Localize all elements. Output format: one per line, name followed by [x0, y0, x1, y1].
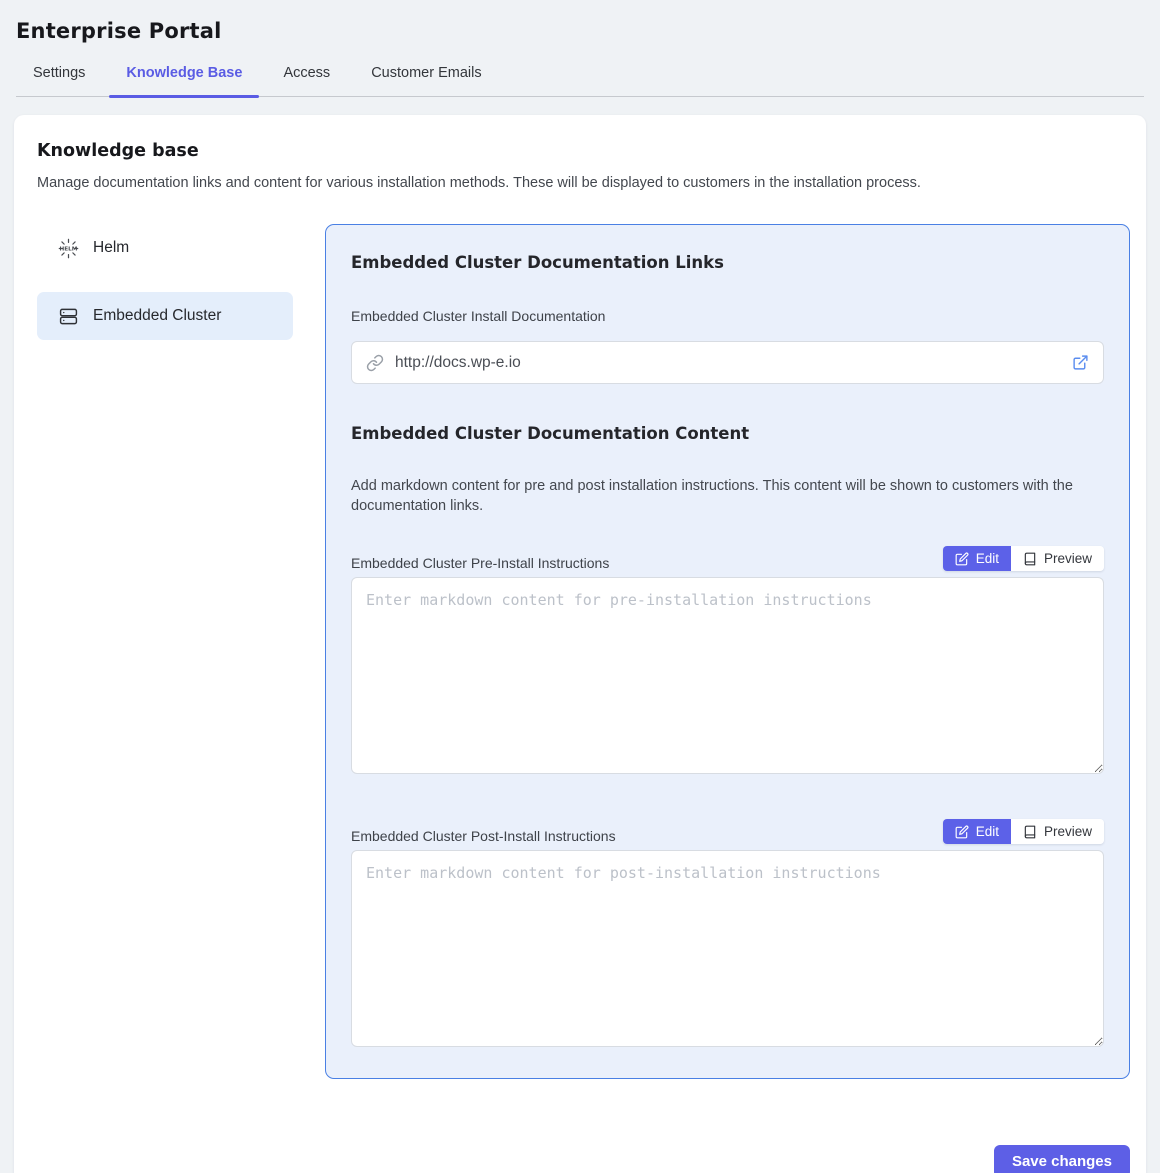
pre-install-block: Embedded Cluster Pre-Install Instruction… — [351, 546, 1104, 779]
preview-book-icon — [1023, 825, 1037, 839]
install-doc-url-input[interactable] — [395, 354, 1061, 372]
preview-button-label: Preview — [1044, 824, 1092, 839]
post-install-textarea[interactable] — [351, 850, 1104, 1047]
tab-settings[interactable]: Settings — [33, 65, 85, 96]
tab-knowledge-base[interactable]: Knowledge Base — [126, 65, 242, 96]
card-title: Knowledge base — [37, 141, 1130, 161]
nav-item-label: Embedded Cluster — [93, 307, 221, 325]
nav-item-embedded-cluster[interactable]: Embedded Cluster — [37, 292, 293, 340]
server-stack-icon — [57, 305, 79, 327]
post-install-block: Embedded Cluster Post-Install Instructio… — [351, 819, 1104, 1052]
tab-access[interactable]: Access — [283, 65, 330, 96]
save-changes-button[interactable]: Save changes — [994, 1145, 1130, 1173]
edit-pencil-icon — [955, 825, 969, 839]
tab-bar: Settings Knowledge Base Access Customer … — [16, 43, 1144, 97]
install-doc-label: Embedded Cluster Install Documentation — [351, 308, 1104, 324]
page-title: Enterprise Portal — [16, 19, 1144, 43]
edit-pencil-icon — [955, 552, 969, 566]
tab-customer-emails[interactable]: Customer Emails — [371, 65, 481, 96]
edit-button-label: Edit — [976, 551, 999, 566]
preview-button[interactable]: Preview — [1011, 546, 1104, 571]
post-install-label: Embedded Cluster Post-Install Instructio… — [351, 828, 616, 844]
external-link-icon[interactable] — [1072, 354, 1089, 371]
pre-install-label: Embedded Cluster Pre-Install Instruction… — [351, 555, 609, 571]
content-section-title: Embedded Cluster Documentation Content — [351, 424, 1104, 443]
links-section-title: Embedded Cluster Documentation Links — [351, 253, 1104, 272]
install-method-nav: HELM Helm Embedded Cluster — [37, 224, 293, 360]
embedded-cluster-panel: Embedded Cluster Documentation Links Emb… — [325, 224, 1130, 1079]
knowledge-base-card: Knowledge base Manage documentation link… — [14, 115, 1146, 1173]
svg-text:HELM: HELM — [59, 246, 77, 252]
link-icon — [366, 354, 384, 372]
preview-button[interactable]: Preview — [1011, 819, 1104, 844]
pre-install-textarea[interactable] — [351, 577, 1104, 774]
page-header: Enterprise Portal Settings Knowledge Bas… — [0, 0, 1160, 97]
install-doc-input-wrap — [351, 341, 1104, 384]
content-section-description: Add markdown content for pre and post in… — [351, 476, 1099, 516]
edit-button-label: Edit — [976, 824, 999, 839]
card-description: Manage documentation links and content f… — [37, 175, 1130, 191]
edit-button[interactable]: Edit — [943, 819, 1011, 844]
preview-button-label: Preview — [1044, 551, 1092, 566]
nav-item-helm[interactable]: HELM Helm — [37, 224, 293, 272]
edit-button[interactable]: Edit — [943, 546, 1011, 571]
pre-install-mode-toggle: Edit Preview — [943, 546, 1104, 571]
post-install-mode-toggle: Edit Preview — [943, 819, 1104, 844]
helm-icon: HELM — [57, 237, 79, 259]
nav-item-label: Helm — [93, 239, 129, 257]
preview-book-icon — [1023, 552, 1037, 566]
